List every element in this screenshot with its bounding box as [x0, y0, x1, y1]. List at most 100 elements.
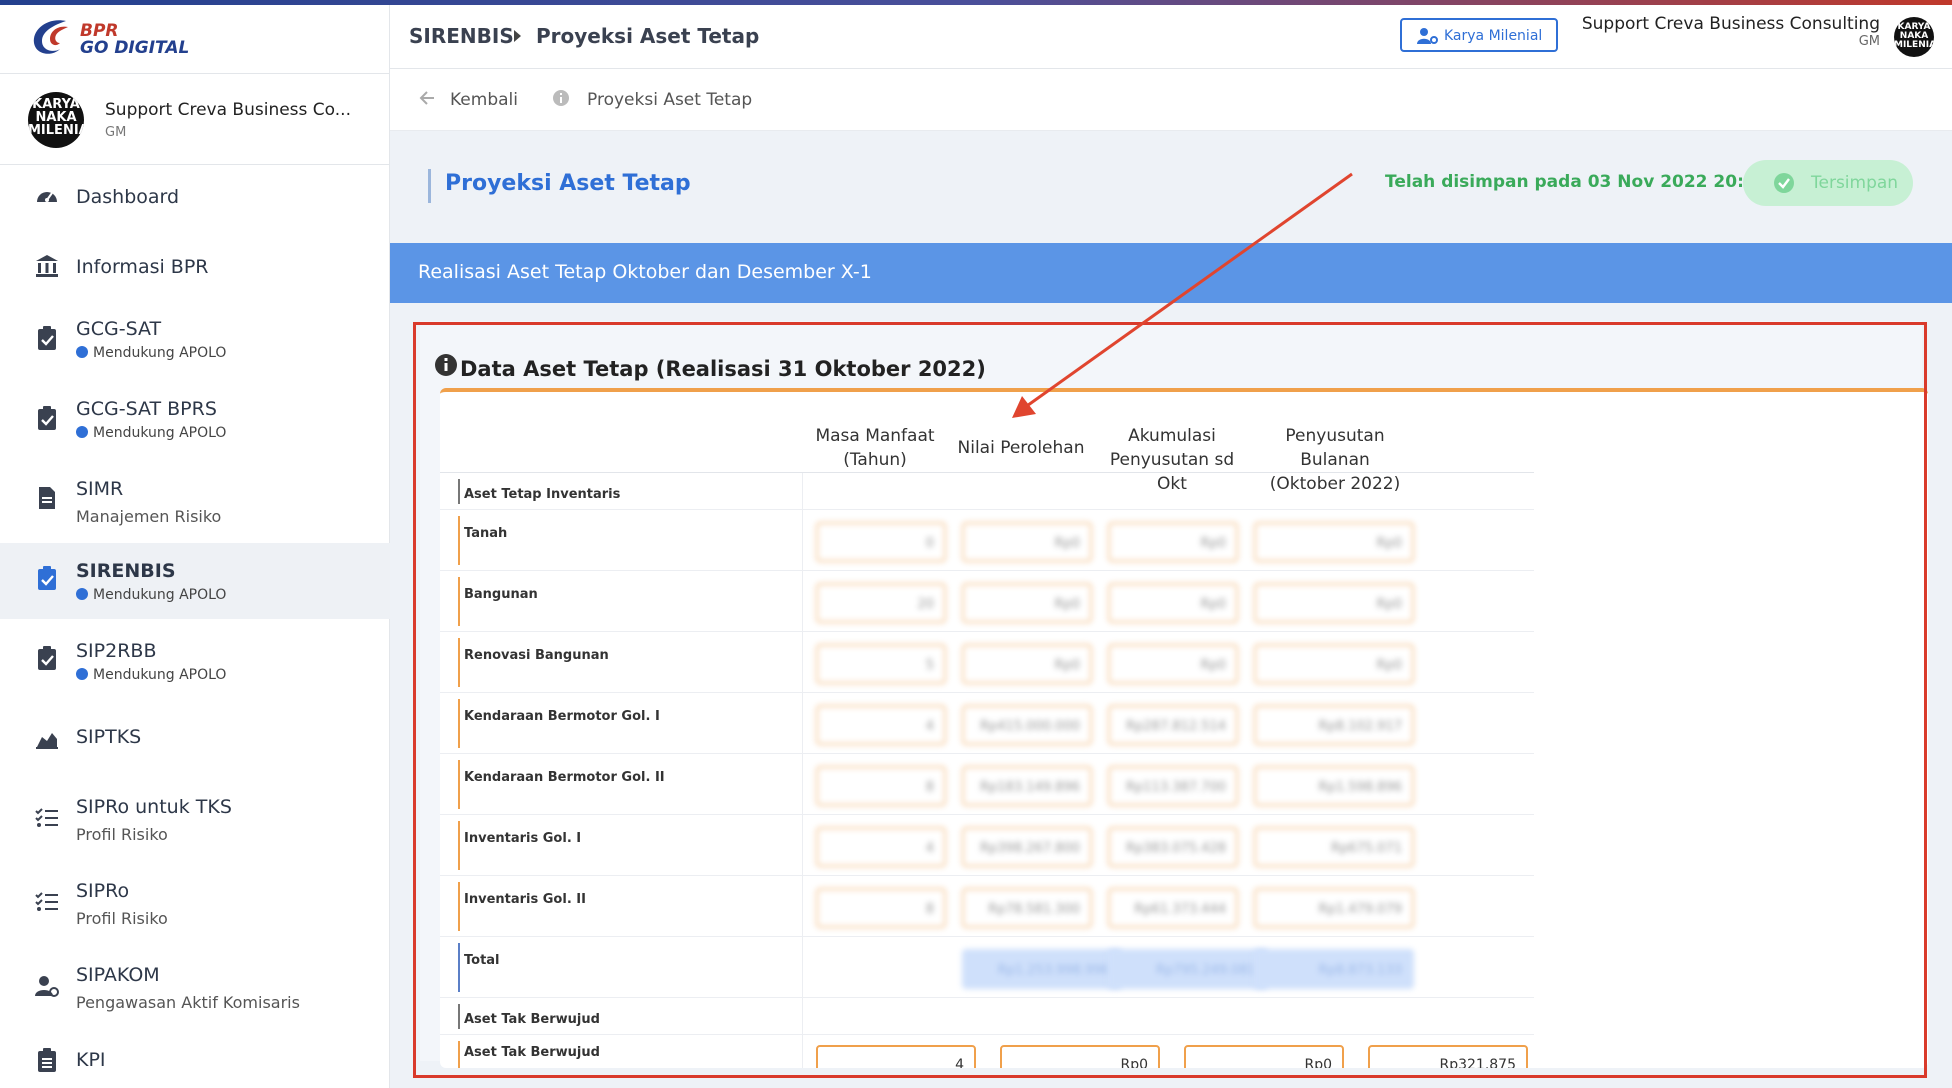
table-row: Inventaris Gol. II 8 Rp78.581.300 Rp61.3…: [440, 876, 1534, 937]
nilai-perolehan-input[interactable]: Rp0: [962, 522, 1092, 562]
penyusutan-bulanan-input[interactable]: Rp0: [1254, 644, 1414, 684]
penyusutan-bulanan-input[interactable]: Rp1.598.896: [1254, 766, 1414, 806]
row-label: Inventaris Gol. I: [464, 831, 582, 846]
akumulasi-penyusutan-input[interactable]: Rp383.075.428: [1108, 827, 1238, 867]
sidebar-item-gcg-sat-bprs[interactable]: GCG-SAT BPRS Mendukung APOLO: [0, 383, 390, 459]
masa-manfaat-input[interactable]: 8: [816, 888, 946, 928]
total-row: Total Rp1.253.998.996 Rp795.249.081 Rp8.…: [440, 937, 1534, 998]
nilai-perolehan-input[interactable]: Rp0: [1000, 1045, 1160, 1068]
bank-icon: [36, 255, 58, 277]
total-penyusutan-bulanan: Rp8.873.133: [1254, 949, 1414, 989]
header-user-name: Support Creva Business Consulting: [1581, 14, 1880, 34]
page-title: Proyeksi Aset Tetap: [445, 171, 691, 196]
sidebar-item-gcg-sat[interactable]: GCG-SAT Mendukung APOLO: [0, 303, 390, 379]
sidebar-item-label: Dashboard: [76, 186, 180, 208]
checklist-icon: [35, 892, 58, 911]
row-label: Renovasi Bangunan: [464, 648, 609, 663]
table-row: Kendaraan Bermotor Gol. II 8 Rp183.149.8…: [440, 754, 1534, 815]
akumulasi-penyusutan-input[interactable]: Rp113.387.700: [1108, 766, 1238, 806]
sidebar-item-simr[interactable]: SIMR Manajemen Risiko: [0, 463, 390, 539]
saved-status-text: Telah disimpan pada 03 Nov 2022 20:52: [1385, 172, 1768, 192]
sidebar-item-sipro-untuk-tks[interactable]: SIPRo untuk TKS Profil Risiko: [0, 783, 390, 859]
header-user-role: GM: [1858, 34, 1880, 49]
breadcrumb-current: Proyeksi Aset Tetap: [536, 24, 760, 48]
masa-manfaat-input[interactable]: 20: [816, 583, 946, 623]
masa-manfaat-input[interactable]: 4: [816, 1045, 976, 1068]
penyusutan-bulanan-input[interactable]: Rp0: [1254, 522, 1414, 562]
akumulasi-penyusutan-input[interactable]: Rp0: [1108, 644, 1238, 684]
subbar-title: Proyeksi Aset Tetap: [587, 90, 753, 110]
akumulasi-penyusutan-input[interactable]: Rp0: [1108, 522, 1238, 562]
row-label: Bangunan: [464, 587, 538, 602]
check-circle-icon: [1774, 173, 1794, 193]
penyusutan-bulanan-input[interactable]: Rp8.102.917: [1254, 705, 1414, 745]
tersimpan-button[interactable]: Tersimpan: [1743, 160, 1913, 206]
banner-text: Realisasi Aset Tetap Oktober dan Desembe…: [418, 261, 872, 283]
akumulasi-penyusutan-input[interactable]: Rp0: [1184, 1045, 1344, 1068]
user-gear-icon: [1417, 28, 1438, 44]
clipboard-check-icon: [38, 406, 56, 430]
sidebar-item-siptks[interactable]: SIPTKS: [0, 703, 390, 779]
sidebar-item-label: SIP2RBB: [76, 640, 157, 662]
sidebar-item-sip2rbb[interactable]: SIP2RBB Mendukung APOLO: [0, 623, 390, 699]
masa-manfaat-input[interactable]: 5: [816, 644, 946, 684]
logo-go-digital: GO DIGITAL: [80, 38, 190, 58]
nilai-perolehan-input[interactable]: Rp78.581.300: [962, 888, 1092, 928]
asset-data-card: Data Aset Tetap (Realisasi 31 Oktober 20…: [420, 321, 1928, 1068]
column-header-masa-manfaat: Masa Manfaat (Tahun): [815, 426, 935, 470]
sidebar-user-panel[interactable]: KARYA NAKA MILENIAL Support Creva Busine…: [0, 73, 390, 165]
logo-text: BPR GO DIGITAL: [80, 23, 189, 57]
nilai-perolehan-input[interactable]: Rp415.000.000: [962, 705, 1092, 745]
masa-manfaat-input[interactable]: 4: [816, 705, 946, 745]
row-label: Total: [464, 953, 500, 968]
penyusutan-bulanan-input[interactable]: Rp675.071: [1254, 827, 1414, 867]
sidebar-item-label: SIPRo untuk TKS: [76, 796, 232, 818]
penyusutan-bulanan-input[interactable]: Rp0: [1254, 583, 1414, 623]
section-label: Aset Tak Berwujud: [464, 1012, 600, 1027]
sidebar-item-label: SIPRo: [76, 880, 130, 902]
apolo-badge: Mendukung APOLO: [76, 587, 226, 603]
area-chart-icon: [36, 733, 58, 749]
akumulasi-penyusutan-input[interactable]: Rp287.812.514: [1108, 705, 1238, 745]
sidebar-item-sirenbis[interactable]: SIRENBIS Mendukung APOLO: [0, 543, 390, 619]
arrow-left-icon[interactable]: [418, 89, 436, 107]
sidebar-item-sipakom[interactable]: SIPAKOM Pengawasan Aktif Komisaris: [0, 951, 390, 1027]
sidebar-item-label: KPI: [76, 1049, 106, 1071]
karya-milenial-button[interactable]: Karya Milenial: [1400, 18, 1558, 52]
header-avatar[interactable]: KARYA NAKA MILENIAL: [1894, 17, 1934, 57]
sidebar-item-informasi-bpr[interactable]: Informasi BPR: [0, 233, 390, 309]
masa-manfaat-input[interactable]: 4: [816, 827, 946, 867]
sidebar-item-sipro[interactable]: SIPRo Profil Risiko: [0, 867, 390, 943]
breadcrumb-arrow-icon: [514, 30, 521, 42]
nilai-perolehan-input[interactable]: Rp0: [962, 644, 1092, 684]
card-title: Data Aset Tetap (Realisasi 31 Oktober 20…: [460, 357, 986, 381]
back-link[interactable]: Kembali: [450, 90, 518, 110]
sidebar-user-role: GM: [105, 125, 127, 140]
sidebar-item-dashboard[interactable]: Dashboard: [0, 163, 390, 239]
breadcrumb-root[interactable]: SIRENBIS: [409, 24, 514, 48]
penyusutan-bulanan-input[interactable]: Rp321.875: [1368, 1045, 1528, 1068]
akumulasi-penyusutan-input[interactable]: Rp0: [1108, 583, 1238, 623]
total-akumulasi-penyusutan: Rp795.249.081: [1108, 949, 1268, 989]
sidebar-item-kpi[interactable]: KPI: [0, 1031, 390, 1088]
sidebar-item-sublabel: Profil Risiko: [76, 909, 168, 928]
akumulasi-penyusutan-input[interactable]: Rp61.373.444: [1108, 888, 1238, 928]
logo-swirl-icon: [33, 20, 68, 54]
penyusutan-bulanan-input[interactable]: Rp1.479.079: [1254, 888, 1414, 928]
apolo-badge: Mendukung APOLO: [76, 667, 226, 683]
clipboard-check-icon: [38, 646, 56, 670]
nilai-perolehan-input[interactable]: Rp0: [962, 583, 1092, 623]
masa-manfaat-input[interactable]: 8: [816, 766, 946, 806]
nilai-perolehan-input[interactable]: Rp398.267.800: [962, 827, 1092, 867]
bpr-go-digital-logo[interactable]: BPR GO DIGITAL: [28, 15, 198, 65]
tersimpan-label: Tersimpan: [1811, 173, 1899, 193]
apolo-badge: Mendukung APOLO: [76, 425, 226, 441]
table-row: Kendaraan Bermotor Gol. I 4 Rp415.000.00…: [440, 693, 1534, 754]
clipboard-list-icon: [38, 1048, 56, 1072]
masa-manfaat-input[interactable]: 0: [816, 522, 946, 562]
checklist-icon: [35, 808, 58, 827]
row-label: Kendaraan Bermotor Gol. II: [464, 770, 665, 785]
sidebar: BPR GO DIGITAL KARYA NAKA MILENIAL Suppo…: [0, 5, 390, 1088]
document-icon: [39, 487, 55, 509]
nilai-perolehan-input[interactable]: Rp183.149.896: [962, 766, 1092, 806]
